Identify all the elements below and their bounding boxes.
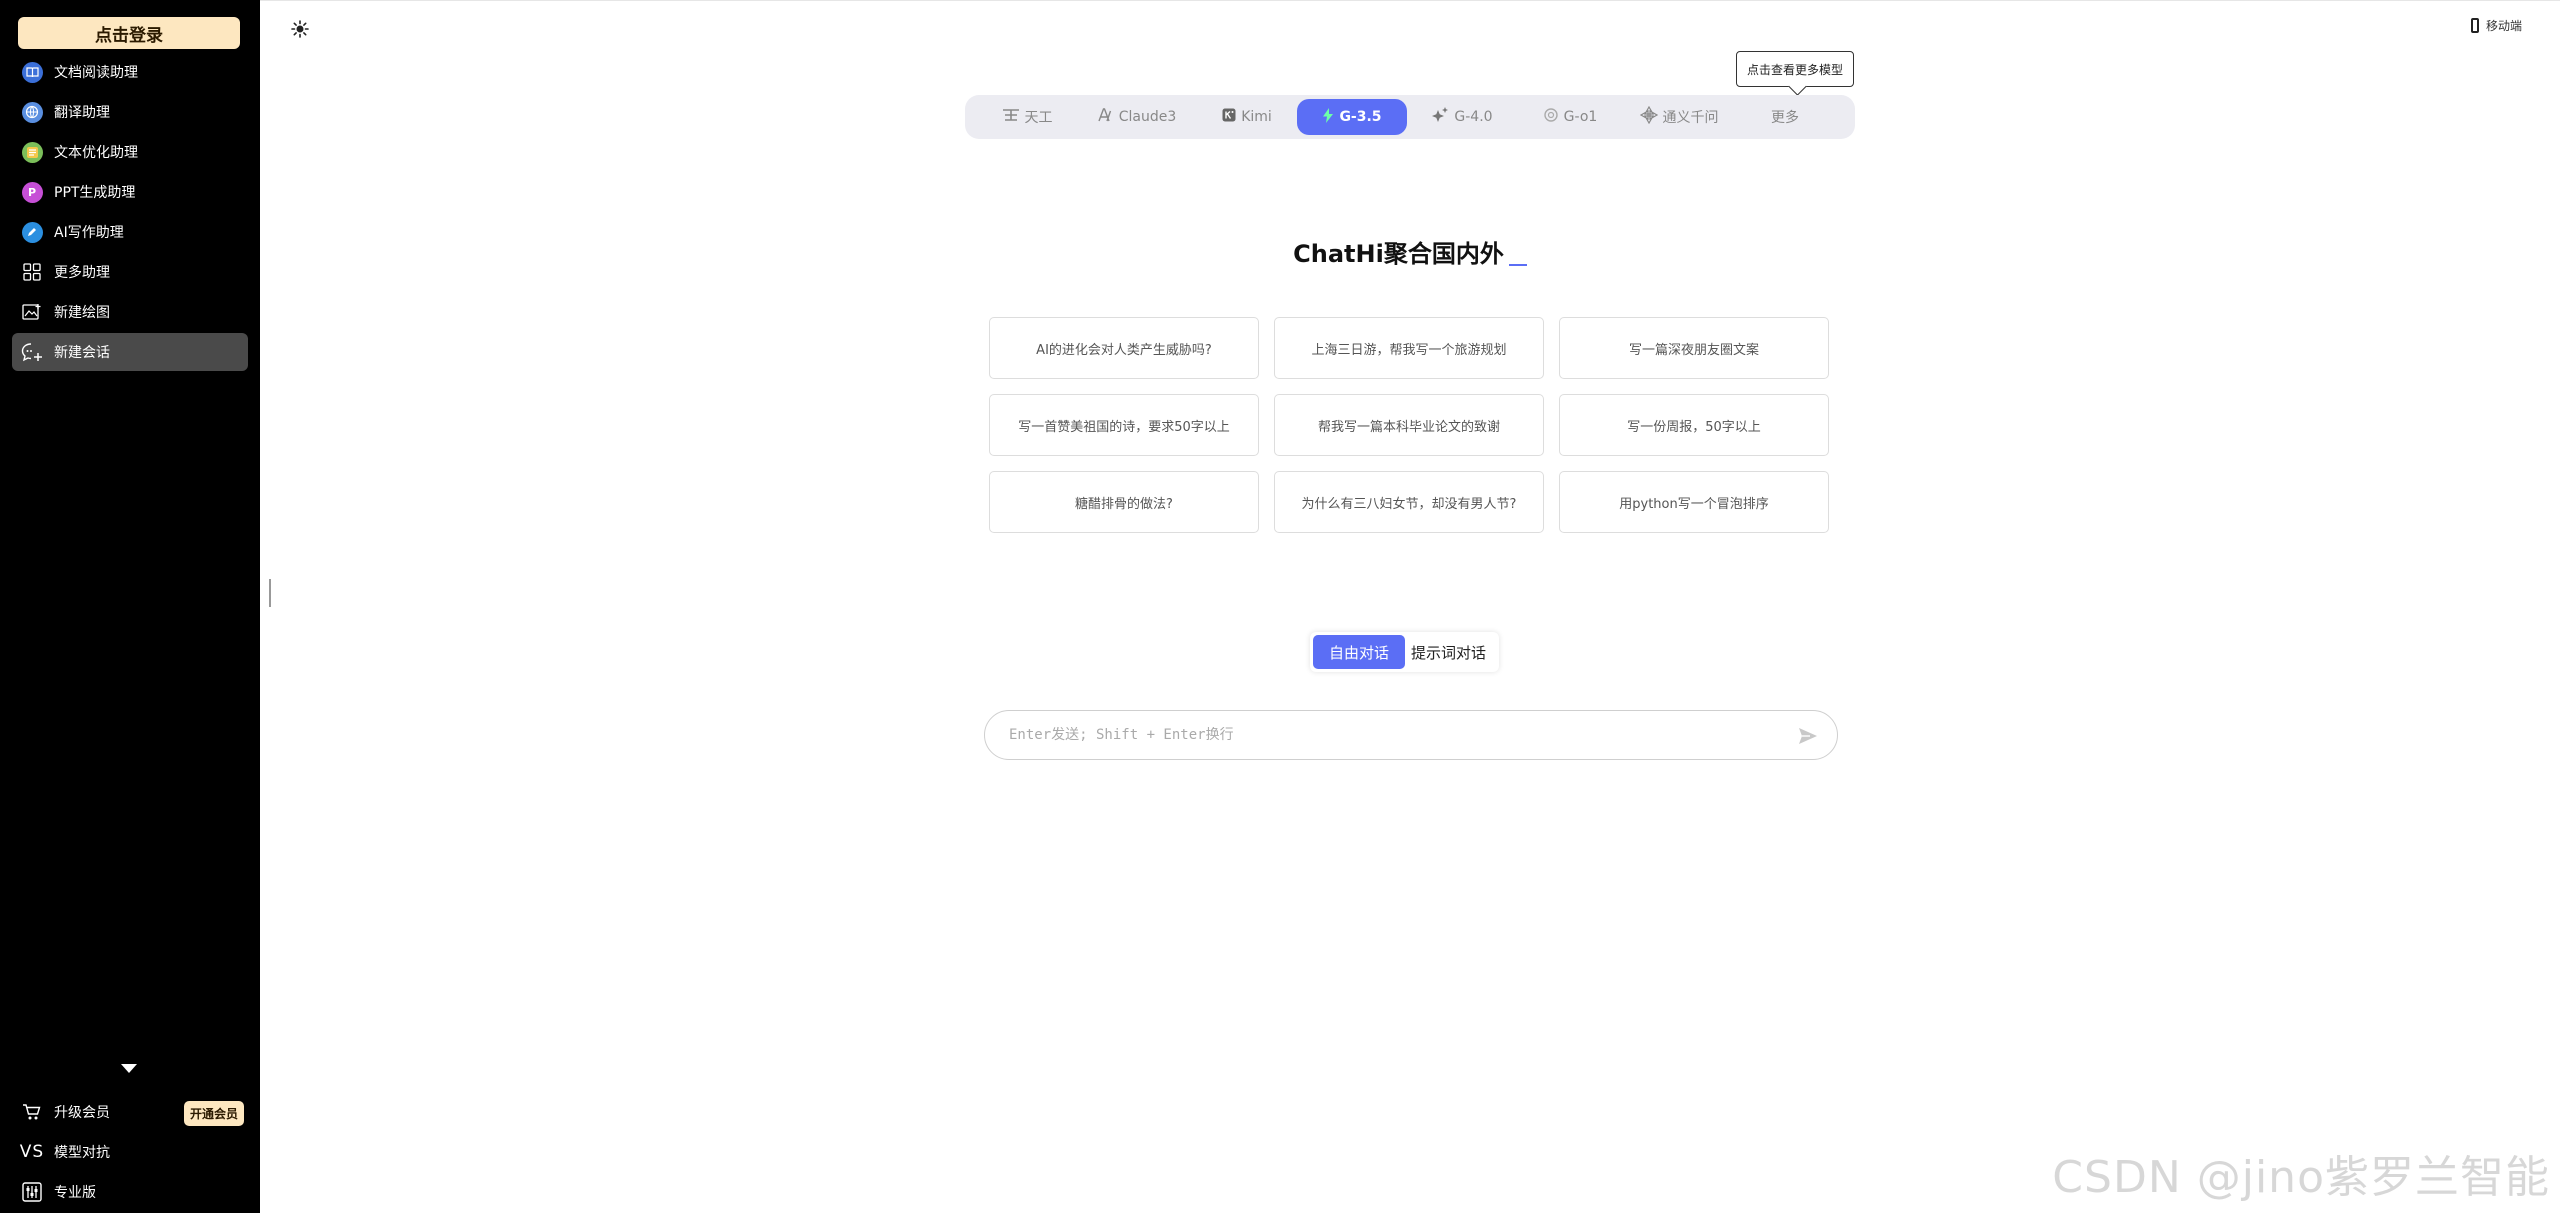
model-tab-label: Kimi (1241, 109, 1272, 125)
sidebar-item-translate[interactable]: 翻译助理 (12, 93, 248, 131)
model-tab-label: G-3.5 (1339, 109, 1382, 125)
ai-writing-icon (21, 221, 43, 243)
model-tab-tongyi[interactable]: 通义千问 (1623, 99, 1735, 135)
sidebar-item-text-optimize[interactable]: 文本优化助理 (12, 133, 248, 171)
book-icon (21, 61, 43, 83)
suggestion-card[interactable]: 帮我写一篇本科毕业论文的致谢 (1274, 394, 1544, 456)
sidebar-bottom: 升级会员 开通会员 VS 模型对抗 专业版 (12, 1092, 248, 1212)
sidebar-item-doc-reading[interactable]: 文档阅读助理 (12, 53, 248, 91)
suggestion-card[interactable]: 写一篇深夜朋友圈文案 (1559, 317, 1829, 379)
model-battle-item[interactable]: VS 模型对抗 (12, 1132, 248, 1172)
sidebar-item-label: PPT生成助理 (54, 185, 136, 201)
suggestion-card[interactable]: 写一首赞美祖国的诗，要求50字以上 (989, 394, 1259, 456)
pro-version-label: 专业版 (54, 1185, 96, 1201)
model-tab-label: G-4.0 (1454, 109, 1493, 125)
model-tab-kimi[interactable]: Kimi (1197, 99, 1297, 135)
sun-icon[interactable] (290, 19, 310, 39)
ppt-icon: P (21, 181, 43, 203)
model-tab-label: G-o1 (1563, 109, 1598, 125)
suggestion-card[interactable]: AI的进化会对人类产生威胁吗? (989, 317, 1259, 379)
sparkle-icon (1431, 107, 1449, 127)
model-battle-label: 模型对抗 (54, 1145, 110, 1161)
send-icon[interactable] (1797, 725, 1819, 747)
tongyi-icon (1639, 105, 1658, 128)
typing-cursor (1508, 264, 1527, 266)
suggestion-card[interactable]: 写一份周报，50字以上 (1559, 394, 1829, 456)
login-button[interactable]: 点击登录 (18, 17, 240, 49)
sidebar-item-label: 新建会话 (54, 345, 110, 361)
chat-mode-switch: 自由对话 提示词对话 (1310, 632, 1500, 672)
text-optimize-icon (21, 141, 43, 163)
page-title: ChatHi聚合国内外 (260, 234, 2560, 269)
sliders-icon (21, 1181, 43, 1203)
model-tab-go1[interactable]: G-o1 (1517, 99, 1623, 135)
sidebar-item-label: AI写作助理 (54, 225, 124, 241)
mobile-label: 移动端 (2485, 19, 2522, 33)
suggestion-card[interactable]: 上海三日游，帮我写一个旅游规划 (1274, 317, 1544, 379)
model-tab-more[interactable]: 更多 (1735, 99, 1835, 135)
grid-icon (21, 261, 43, 283)
sidebar-resize-handle[interactable] (269, 579, 271, 607)
watermark: CSDN @jino紫罗兰智能 (2052, 1152, 2550, 1203)
sidebar-nav: 文档阅读助理 翻译助理 文本优化助理 P PPT生成助理 AI写作助理 更多助理… (12, 53, 248, 373)
upgrade-member-label: 升级会员 (54, 1105, 110, 1121)
model-tab-tiangong[interactable]: 天工 (977, 99, 1077, 135)
sidebar-item-ai-writing[interactable]: AI写作助理 (12, 213, 248, 251)
sidebar-item-label: 新建绘图 (54, 305, 110, 321)
chat-icon (21, 341, 43, 363)
more-models-tooltip: 点击查看更多模型 (1736, 51, 1854, 87)
free-chat-button[interactable]: 自由对话 (1313, 635, 1406, 669)
sidebar-item-new-chat[interactable]: 新建会话 (12, 333, 248, 371)
pro-version-item[interactable]: 专业版 (12, 1172, 248, 1212)
image-icon (21, 301, 43, 323)
sidebar-item-label: 文档阅读助理 (54, 65, 138, 81)
model-tab-label: 通义千问 (1662, 110, 1719, 126)
sidebar-item-label: 翻译助理 (54, 105, 110, 121)
sidebar-item-ppt[interactable]: P PPT生成助理 (12, 173, 248, 211)
sidebar-item-label: 文本优化助理 (54, 145, 138, 161)
tiangong-icon (1002, 108, 1020, 126)
sidebar: 点击登录 文档阅读助理 翻译助理 文本优化助理 P PPT生成助理 AI写作助理… (0, 0, 260, 1213)
kimi-icon (1222, 108, 1236, 126)
headline-text: ChatHi聚合国内外 (1293, 240, 1504, 268)
suggestion-card[interactable]: 糖醋排骨的做法? (989, 471, 1259, 533)
chat-input[interactable] (1009, 727, 1769, 743)
chat-input-box (984, 710, 1838, 760)
suggestion-card[interactable]: 用python写一个冒泡排序 (1559, 471, 1829, 533)
claude-icon (1098, 108, 1114, 126)
sidebar-item-label: 更多助理 (54, 265, 110, 281)
model-tab-g35[interactable]: G-3.5 (1297, 99, 1407, 135)
expand-triangle-icon[interactable] (121, 1064, 137, 1073)
vs-icon: VS (19, 1142, 45, 1162)
sidebar-item-more-assistants[interactable]: 更多助理 (12, 253, 248, 291)
main-area: 移动端 点击查看更多模型 天工 Claude3 Kimi G-3.5 G-4.0… (260, 0, 2560, 1213)
upgrade-member-item[interactable]: 升级会员 开通会员 (12, 1092, 248, 1132)
openai-icon (1543, 107, 1559, 127)
model-tab-label: 天工 (1024, 110, 1053, 126)
model-tab-label: Claude3 (1118, 109, 1177, 125)
suggestion-grid: AI的进化会对人类产生威胁吗? 上海三日游，帮我写一个旅游规划 写一篇深夜朋友圈… (989, 317, 1831, 533)
phone-icon (2470, 18, 2479, 33)
lightning-icon (1322, 107, 1334, 127)
cart-icon (21, 1101, 43, 1123)
translate-icon (21, 101, 43, 123)
mobile-link[interactable]: 移动端 (2470, 17, 2522, 34)
model-selector: 天工 Claude3 Kimi G-3.5 G-4.0 G-o1 通义千问 更多 (965, 95, 1855, 139)
suggestion-card[interactable]: 为什么有三八妇女节，却没有男人节? (1274, 471, 1544, 533)
open-member-badge[interactable]: 开通会员 (183, 1101, 244, 1126)
model-tab-claude3[interactable]: Claude3 (1077, 99, 1197, 135)
sidebar-item-new-drawing[interactable]: 新建绘图 (12, 293, 248, 331)
model-tab-g40[interactable]: G-4.0 (1407, 99, 1517, 135)
prompt-chat-button[interactable]: 提示词对话 (1405, 635, 1496, 669)
